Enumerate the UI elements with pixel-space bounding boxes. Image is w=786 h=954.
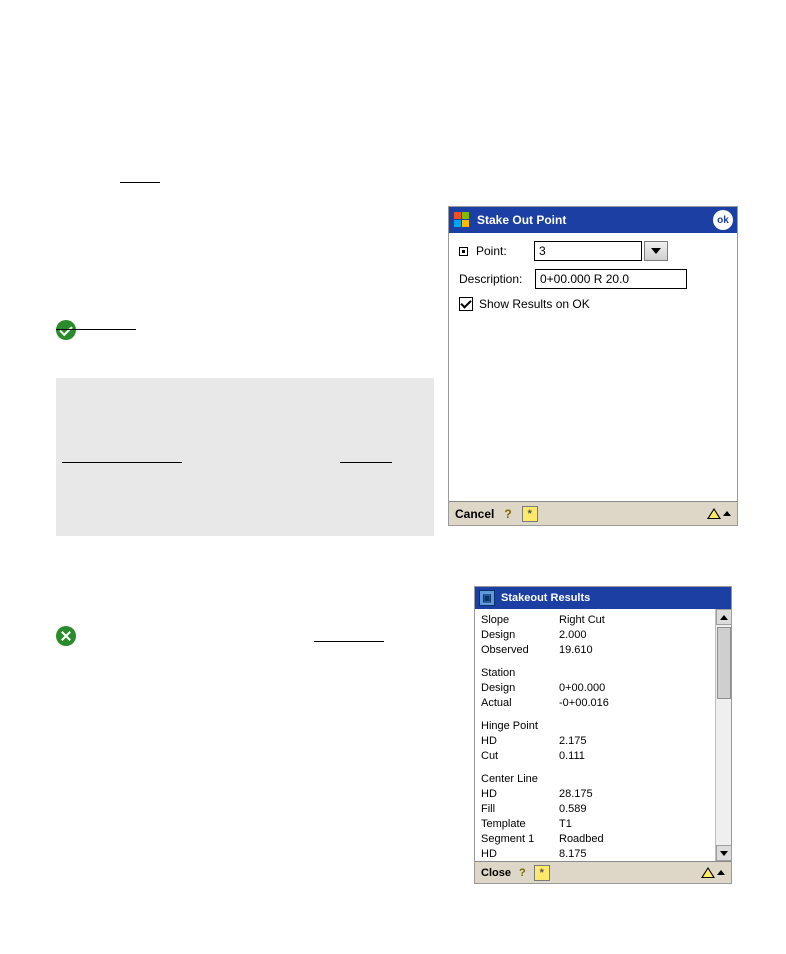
cl-hd3-key: HD [481, 847, 559, 861]
star-button[interactable]: * [534, 865, 550, 881]
cl-hd3-val: 8.175 [559, 847, 587, 861]
point-node-icon [459, 247, 468, 256]
stake-out-point-dialog: Stake Out Point ok Point: Description: S… [448, 206, 738, 526]
tip-underline-1 [62, 462, 182, 463]
description-row: Description: [459, 269, 727, 289]
centerline-header: Center Line [481, 772, 709, 787]
help-button[interactable]: ? [519, 867, 526, 879]
underline-stake [120, 182, 160, 183]
point-dropdown-button[interactable] [644, 241, 668, 261]
design-key: Design [481, 628, 559, 643]
cl-segment-val: Roadbed [559, 832, 604, 847]
underline-results [314, 641, 384, 642]
show-results-label: Show Results on OK [479, 297, 590, 311]
hinge-hd-key: HD [481, 734, 559, 749]
show-results-checkbox[interactable] [459, 297, 473, 311]
dialog-footer: Close ? * [475, 861, 731, 883]
scrollbar[interactable] [715, 609, 731, 861]
tip-underline-2 [340, 462, 392, 463]
warning-icon[interactable] [707, 508, 721, 519]
dialog-titlebar: Stake Out Point ok [449, 207, 737, 233]
ok-button[interactable]: ok [713, 210, 733, 230]
stakeout-results-dialog: ▣ Stakeout Results SlopeRight Cut Design… [474, 586, 732, 884]
cl-hd-key: HD [481, 787, 559, 802]
cl-template-val: T1 [559, 817, 572, 832]
point-label: Point: [476, 244, 534, 258]
station-actual-key: Actual [481, 696, 559, 711]
scroll-thumb[interactable] [717, 627, 731, 699]
description-label: Description: [459, 272, 535, 286]
up-arrow-icon[interactable] [723, 511, 731, 516]
help-button[interactable]: ? [504, 507, 511, 521]
dialog-body: Point: Description: Show Results on OK [449, 233, 737, 319]
windows-flag-icon [453, 211, 471, 229]
cl-template-key: Template [481, 817, 559, 832]
slope-key: Slope [481, 613, 559, 628]
station-design-key: Design [481, 681, 559, 696]
observed-key: Observed [481, 643, 559, 658]
station-actual-val: -0+00.016 [559, 696, 609, 711]
observed-val: 19.610 [559, 643, 593, 658]
cl-segment-key: Segment 1 [481, 832, 559, 847]
up-arrow-icon[interactable] [717, 870, 725, 875]
results-content: SlopeRight Cut Design2.000 Observed19.61… [475, 609, 731, 861]
show-results-row: Show Results on OK [459, 297, 727, 311]
underline-tip [56, 329, 136, 330]
dialog-footer: Cancel ? * [449, 501, 737, 525]
point-row: Point: [459, 241, 727, 261]
star-button[interactable]: * [522, 506, 538, 522]
cancel-button[interactable]: Cancel [455, 507, 494, 521]
tip-box [56, 378, 434, 536]
dialog-titlebar: ▣ Stakeout Results [475, 587, 731, 609]
hinge-cut-key: Cut [481, 749, 559, 764]
hinge-hd-val: 2.175 [559, 734, 587, 749]
dialog-title: Stake Out Point [477, 213, 566, 227]
scroll-down-button[interactable] [716, 845, 732, 861]
cl-fill-val: 0.589 [559, 802, 587, 817]
description-input[interactable] [535, 269, 687, 289]
slope-val: Right Cut [559, 613, 605, 628]
results-list: SlopeRight Cut Design2.000 Observed19.61… [475, 609, 715, 861]
scroll-up-button[interactable] [716, 609, 732, 625]
cl-hd-val: 28.175 [559, 787, 593, 802]
app-icon: ▣ [479, 590, 495, 606]
design-val: 2.000 [559, 628, 587, 643]
close-button[interactable]: Close [481, 867, 511, 879]
checkmark-icon [56, 320, 76, 340]
close-icon [56, 626, 76, 646]
dialog-title: Stakeout Results [501, 592, 590, 604]
hinge-cut-val: 0.111 [559, 749, 585, 764]
point-input[interactable] [534, 241, 642, 261]
warning-icon[interactable] [701, 867, 715, 878]
hinge-header: Hinge Point [481, 719, 709, 734]
station-header: Station [481, 666, 709, 681]
station-design-val: 0+00.000 [559, 681, 605, 696]
cl-fill-key: Fill [481, 802, 559, 817]
